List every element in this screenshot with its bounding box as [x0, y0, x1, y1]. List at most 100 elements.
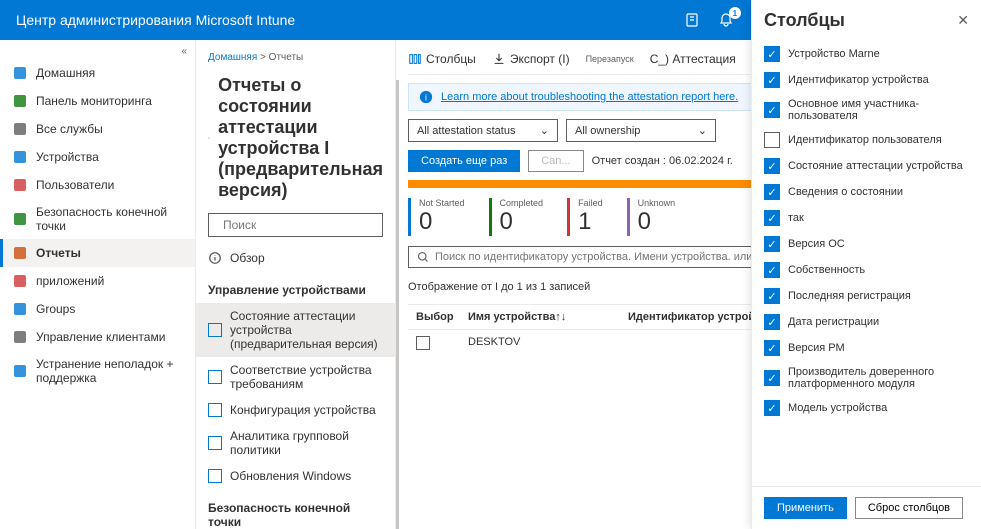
sub-search-input[interactable]: [223, 218, 378, 232]
subnav-item[interactable]: Аналитика групповой политики: [196, 423, 395, 463]
sidebar-item-groups[interactable]: Groups: [0, 295, 195, 323]
subnav-item[interactable]: Конфигурация устройства: [196, 397, 395, 423]
sidebar-item-security[interactable]: Безопасность конечной точки: [0, 199, 195, 239]
breadcrumb: Домашняя > Отчеты: [196, 48, 395, 67]
checkbox[interactable]: ✓: [764, 102, 780, 118]
cancel-button[interactable]: Can...: [528, 150, 583, 172]
column-option[interactable]: ✓Версия РМ: [764, 335, 969, 361]
checkbox[interactable]: ✓: [764, 236, 780, 252]
checkbox[interactable]: ✓: [764, 400, 780, 416]
dashboard-icon: [12, 93, 28, 109]
sidebar-item-tenant[interactable]: Управление клиентами: [0, 323, 195, 351]
column-option[interactable]: ✓Модель устройства: [764, 395, 969, 421]
users-icon: [12, 177, 28, 193]
columns-button[interactable]: Столбцы: [408, 52, 476, 66]
promote-icon[interactable]: [683, 11, 701, 29]
checkbox[interactable]: ✓: [764, 184, 780, 200]
subnav-item[interactable]: Состояние аттестации устройства (предвар…: [196, 303, 395, 357]
columns-panel: Столбцы ✕ ✓Устройство Marne✓Идентификато…: [751, 0, 981, 529]
row-checkbox[interactable]: [416, 336, 430, 350]
checkbox[interactable]: [764, 132, 780, 148]
scroll-track[interactable]: [396, 80, 399, 529]
sidebar-item-home[interactable]: Домашняя: [0, 59, 195, 87]
reports-icon: [12, 245, 28, 261]
apply-button[interactable]: Применить: [764, 497, 847, 519]
tenant-icon: [12, 329, 28, 345]
support-icon: [12, 363, 28, 379]
column-option[interactable]: ✓Основное имя участника-пользователя: [764, 93, 969, 127]
sidebar-item-apps[interactable]: приложений: [0, 267, 195, 295]
report-icon: [208, 436, 222, 450]
column-option[interactable]: ✓Идентификатор устройства: [764, 67, 969, 93]
create-button[interactable]: Создать еще раз: [408, 150, 520, 172]
list-icon: [12, 121, 28, 137]
groups-icon: [12, 301, 28, 317]
home-icon: [12, 65, 28, 81]
column-option[interactable]: ✓Версия ОС: [764, 231, 969, 257]
sidebar-item-users[interactable]: Пользователи: [0, 171, 195, 199]
column-option[interactable]: ✓Состояние аттестации устройства: [764, 153, 969, 179]
status-filter[interactable]: All attestation status⌄: [408, 119, 558, 142]
sub-search[interactable]: [208, 213, 383, 237]
svg-text:i: i: [425, 93, 427, 103]
app-title: Центр администрирования Microsoft Intune: [16, 12, 683, 28]
checkbox[interactable]: ✓: [764, 288, 780, 304]
close-icon[interactable]: ✕: [957, 12, 969, 29]
checkbox[interactable]: ✓: [764, 46, 780, 62]
apps-icon: [12, 273, 28, 289]
overview-link[interactable]: Обзор: [196, 245, 395, 271]
page-title: Отчеты о состоянии аттестации устройства…: [218, 75, 383, 201]
column-option[interactable]: ✓так: [764, 205, 969, 231]
subnav-item[interactable]: Обновления Windows: [196, 463, 395, 489]
column-option[interactable]: ✓Сведения о состоянии: [764, 179, 969, 205]
sub-sidebar: Домашняя > Отчеты Отчеты о состоянии атт…: [196, 40, 396, 529]
report-icon: [208, 370, 222, 384]
chevron-down-icon: ⌄: [698, 124, 707, 137]
breadcrumb-home[interactable]: Домашняя: [208, 52, 257, 63]
chevron-down-icon: ⌄: [540, 124, 549, 137]
checkbox[interactable]: ✓: [764, 314, 780, 330]
checkbox[interactable]: ✓: [764, 340, 780, 356]
info-icon: [208, 251, 222, 265]
collapse-sidebar[interactable]: «: [0, 44, 195, 59]
subnav-item[interactable]: Соответствие устройства требованиям: [196, 357, 395, 397]
sidebar-item-support[interactable]: Устранение неполадок + поддержка: [0, 351, 195, 391]
report-icon: [208, 403, 222, 417]
column-option[interactable]: ✓Устройство Marne: [764, 41, 969, 67]
sidebar: « ДомашняяПанель мониторингаВсе службыУс…: [0, 40, 196, 529]
subnav-group-title: Безопасность конечной точки: [196, 489, 395, 529]
export-button[interactable]: Экспорт (I): [492, 52, 570, 66]
sidebar-item-list[interactable]: Все службы: [0, 115, 195, 143]
device-report-icon: [208, 126, 210, 150]
restart-label: Перезапуск: [586, 54, 634, 64]
attestation-button[interactable]: С_) Аттестация: [650, 52, 736, 66]
column-option[interactable]: ✓Дата регистрации: [764, 309, 969, 335]
reset-button[interactable]: Сброс столбцов: [855, 497, 963, 519]
devices-icon: [12, 149, 28, 165]
info-link[interactable]: Learn more about troubleshooting the att…: [441, 91, 738, 103]
checkbox[interactable]: ✓: [764, 370, 780, 386]
stat-not-started: Not Started0: [408, 198, 465, 236]
notification-badge: 1: [729, 7, 741, 19]
notification-icon[interactable]: 1: [717, 11, 735, 29]
column-option[interactable]: ✓Собственность: [764, 257, 969, 283]
checkbox[interactable]: ✓: [764, 72, 780, 88]
checkbox[interactable]: ✓: [764, 158, 780, 174]
sidebar-item-dashboard[interactable]: Панель мониторинга: [0, 87, 195, 115]
ownership-filter[interactable]: All ownership⌄: [566, 119, 716, 142]
sidebar-item-reports[interactable]: Отчеты: [0, 239, 195, 267]
report-created-label: Отчет создан : 06.02.2024 г.: [592, 155, 733, 167]
report-icon: [208, 469, 222, 483]
col-select-header[interactable]: Выбор: [408, 311, 468, 323]
col-name-header[interactable]: Имя устройства↑↓: [468, 311, 628, 323]
stat-unknown: Unknown0: [627, 198, 676, 236]
column-option[interactable]: ✓Последняя регистрация: [764, 283, 969, 309]
column-option[interactable]: Идентификатор пользователя: [764, 127, 969, 153]
checkbox[interactable]: ✓: [764, 262, 780, 278]
info-icon: i: [419, 90, 433, 104]
showing-label: Отображение от I до 1 из 1 записей: [408, 281, 590, 293]
report-icon: [208, 323, 222, 337]
sidebar-item-devices[interactable]: Устройства: [0, 143, 195, 171]
column-option[interactable]: ✓Производитель доверенного платформенног…: [764, 361, 969, 395]
checkbox[interactable]: ✓: [764, 210, 780, 226]
